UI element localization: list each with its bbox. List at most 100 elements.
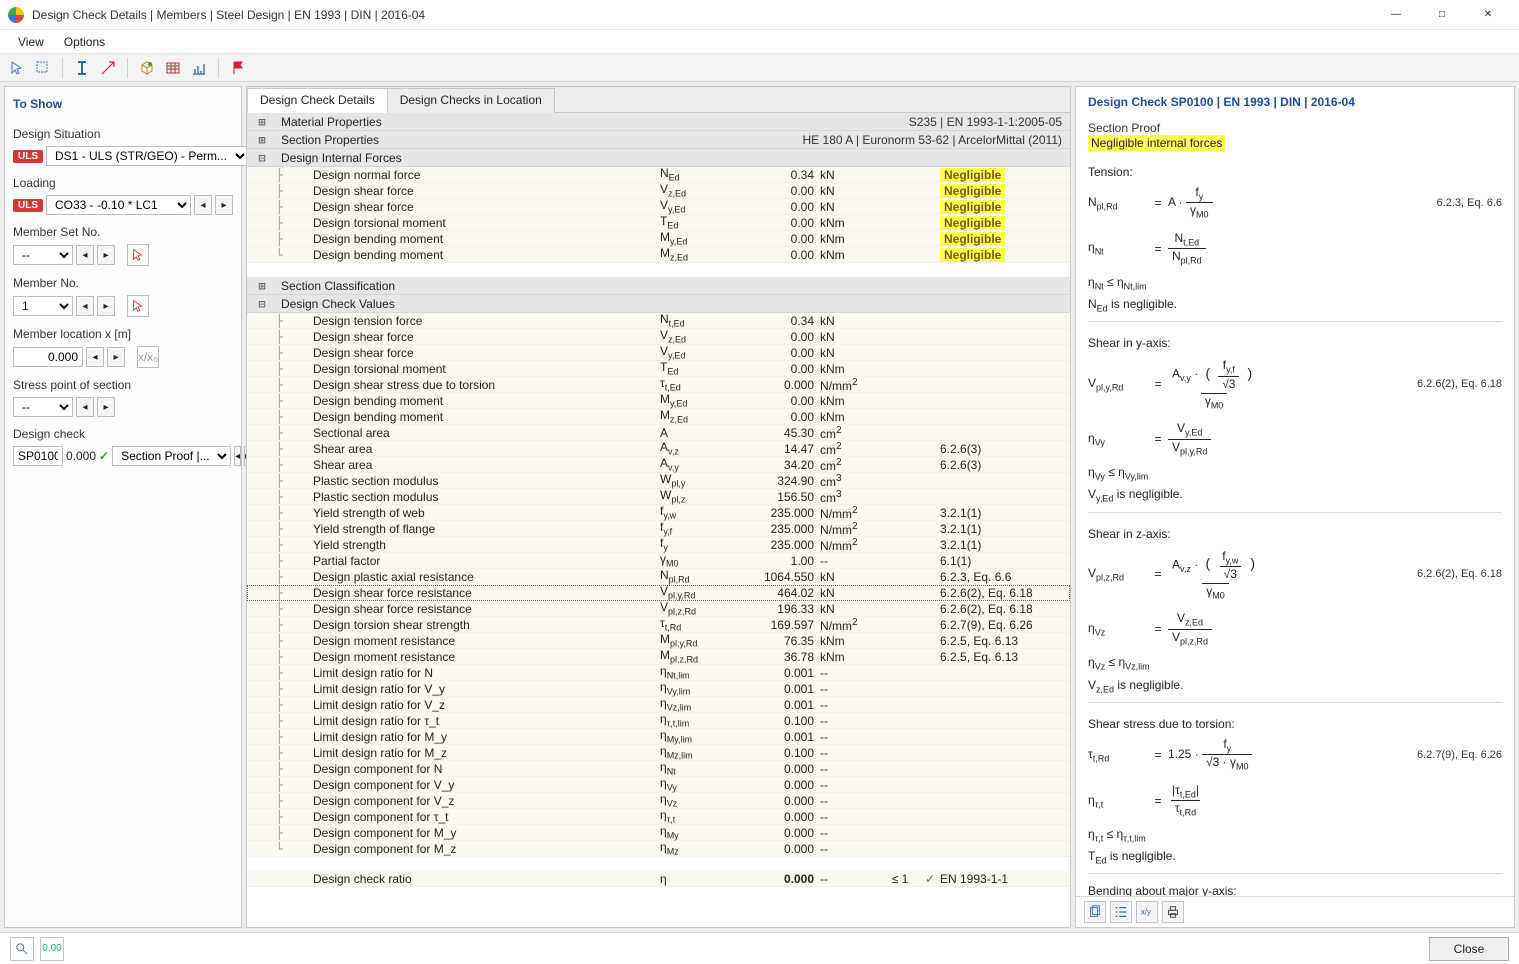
footer-search-icon[interactable] <box>10 937 34 961</box>
memberset-prev[interactable]: ◂ <box>76 245 94 265</box>
stress-prev[interactable]: ◂ <box>76 397 94 417</box>
tool-flag-icon[interactable] <box>227 57 249 79</box>
loc-prev[interactable]: ◂ <box>86 347 104 367</box>
right-title: Design Check SP0100 | EN 1993 | DIN | 20… <box>1076 87 1514 113</box>
data-row[interactable]: ├Design bending momentMz,Ed0.00kNm <box>247 409 1070 425</box>
data-row[interactable]: ├Limit design ratio for M_zηMz,lim0.100-… <box>247 745 1070 761</box>
data-row[interactable]: ├Design plastic axial resistanceNpl,Rd10… <box>247 569 1070 585</box>
data-row[interactable]: ├Sectional areaA45.30cm2 <box>247 425 1070 441</box>
data-row[interactable]: ├Design bending momentMy,Ed0.00kNm <box>247 393 1070 409</box>
right-tool-print-icon[interactable] <box>1162 901 1184 923</box>
eq-sheary-title: Shear in y-axis: <box>1088 336 1502 350</box>
eq-sheary-neg: Vy,Ed is negligible. <box>1088 487 1502 503</box>
tool-table-icon[interactable] <box>162 57 184 79</box>
tool-select-icon[interactable] <box>32 57 54 79</box>
check-code[interactable] <box>13 446 63 466</box>
right-tool-eq-icon[interactable]: x/y <box>1136 901 1158 923</box>
member-pick-icon[interactable] <box>127 295 149 317</box>
svg-text:x/y: x/y <box>1141 908 1151 917</box>
data-row[interactable]: ├Design shear forceVy,Ed0.00kNNegligible <box>247 199 1070 215</box>
data-row[interactable]: ├Design component for V_zηVz0.000-- <box>247 793 1070 809</box>
section-dcv[interactable]: ⊟Design Check Values <box>247 295 1070 313</box>
data-row[interactable]: ├Limit design ratio for V_zηVz,lim0.001-… <box>247 697 1070 713</box>
data-row[interactable]: ├Design torsion shear strengthτt,Rd169.5… <box>247 617 1070 633</box>
tool-section-icon[interactable] <box>71 57 93 79</box>
loc-next[interactable]: ▸ <box>107 347 125 367</box>
data-row[interactable]: ├Limit design ratio for V_yηVy,lim0.001-… <box>247 681 1070 697</box>
data-row[interactable]: └Design component for M_zηMz0.000-- <box>247 841 1070 857</box>
memberset-pick-icon[interactable] <box>127 244 149 266</box>
stress-select[interactable]: -- <box>13 397 73 417</box>
data-row[interactable]: ├Design shear forceVz,Ed0.00kN <box>247 329 1070 345</box>
tool-cube-icon[interactable] <box>136 57 158 79</box>
data-row[interactable]: ├Design shear stress due to torsionτt,Ed… <box>247 377 1070 393</box>
data-row[interactable]: ├Design normal forceNEd0.34kNNegligible <box>247 167 1070 183</box>
data-row[interactable]: ├Design bending momentMy,Ed0.00kNmNeglig… <box>247 231 1070 247</box>
footer: 0.00 Close <box>0 932 1519 964</box>
loading-select[interactable]: CO33 - -0.10 * LC1 <box>46 195 191 215</box>
right-tool-copy-icon[interactable] <box>1084 901 1106 923</box>
tool-chart-icon[interactable] <box>188 57 210 79</box>
member-prev[interactable]: ◂ <box>76 296 94 316</box>
data-row[interactable]: ├Design moment resistanceMpl,y,Rd76.35kN… <box>247 633 1070 649</box>
data-row[interactable]: ├Partial factorγM01.00--6.1(1) <box>247 553 1070 569</box>
data-row[interactable]: ├Plastic section modulusWpl,z156.50cm3 <box>247 489 1070 505</box>
data-row[interactable]: ├Design tension forceNt,Ed0.34kN <box>247 313 1070 329</box>
data-row[interactable]: └Design bending momentMz,Ed0.00kNmNeglig… <box>247 247 1070 263</box>
memberset-select[interactable]: -- <box>13 245 73 265</box>
toolbar <box>0 54 1519 82</box>
situation-label: Design Situation <box>13 127 233 141</box>
menubar: View Options <box>0 30 1519 54</box>
data-row[interactable]: ├Design torsional momentTEd0.00kNm <box>247 361 1070 377</box>
data-row[interactable]: ├Design shear forceVz,Ed0.00kNNegligible <box>247 183 1070 199</box>
loading-prev[interactable]: ◂ <box>194 195 212 215</box>
data-row[interactable]: ├Design component for M_yηMy0.000-- <box>247 825 1070 841</box>
data-row[interactable]: ├Shear areaAv,y34.20cm26.2.6(3) <box>247 457 1070 473</box>
data-row[interactable]: ├Design component for τ_tητ,t0.000-- <box>247 809 1070 825</box>
loc-input[interactable] <box>13 347 83 367</box>
data-row[interactable]: ├Design shear force resistanceVpl,z,Rd19… <box>247 601 1070 617</box>
tab-location[interactable]: Design Checks in Location <box>387 88 555 113</box>
member-next[interactable]: ▸ <box>97 296 115 316</box>
loading-next[interactable]: ▸ <box>215 195 233 215</box>
close-window-button[interactable]: ✕ <box>1465 0 1511 30</box>
menu-options[interactable]: Options <box>54 33 115 51</box>
check-ratio: 0.000 <box>66 449 96 463</box>
data-row[interactable]: ├Yield strength of flangefy,f235.000N/mm… <box>247 521 1070 537</box>
loc-xx0-button[interactable]: x/x₀ <box>137 346 159 368</box>
stress-next[interactable]: ▸ <box>97 397 115 417</box>
tool-cursor-icon[interactable] <box>6 57 28 79</box>
section-mat[interactable]: ⊞Material PropertiesS235 | EN 1993-1-1:2… <box>247 113 1070 131</box>
memberset-next[interactable]: ▸ <box>97 245 115 265</box>
data-row[interactable]: ├Design shear force resistanceVpl,y,Rd46… <box>247 585 1070 601</box>
minimize-button[interactable]: — <box>1373 0 1419 30</box>
data-row[interactable]: ├Limit design ratio for τ_tητ,t,lim0.100… <box>247 713 1070 729</box>
footer-decimal-icon[interactable]: 0.00 <box>40 937 64 961</box>
member-select[interactable]: 1 <box>13 296 73 316</box>
section-sec[interactable]: ⊞Section PropertiesHE 180 A | Euronorm 5… <box>247 131 1070 149</box>
data-row[interactable]: ├Design moment resistanceMpl,z,Rd36.78kN… <box>247 649 1070 665</box>
data-row[interactable]: ├Shear areaAv,z14.47cm26.2.6(3) <box>247 441 1070 457</box>
data-row[interactable]: ├Yield strength of webfy,w235.000N/mm23.… <box>247 505 1070 521</box>
situation-select[interactable]: DS1 - ULS (STR/GEO) - Perm... <box>46 146 249 166</box>
right-tool-list-icon[interactable] <box>1110 901 1132 923</box>
data-row[interactable]: ├Limit design ratio for M_yηMy,lim0.001-… <box>247 729 1070 745</box>
check-kind-select[interactable]: Section Proof |... <box>112 446 231 466</box>
data-row[interactable]: ├Design shear forceVy,Ed0.00kN <box>247 345 1070 361</box>
maximize-button[interactable]: □ <box>1419 0 1465 30</box>
data-row[interactable]: ├Limit design ratio for NηNt,lim0.001-- <box>247 665 1070 681</box>
data-row[interactable]: ├Design component for NηNt0.000-- <box>247 761 1070 777</box>
data-row[interactable]: ├Yield strengthfy235.000N/mm23.2.1(1) <box>247 537 1070 553</box>
data-row[interactable]: ├Plastic section modulusWpl,y324.90cm3 <box>247 473 1070 489</box>
section-scl[interactable]: ⊞Section Classification <box>247 277 1070 295</box>
tab-details[interactable]: Design Check Details <box>247 88 388 113</box>
data-row[interactable]: ├Design torsional momentTEd0.00kNmNeglig… <box>247 215 1070 231</box>
section-dif[interactable]: ⊟Design Internal Forces <box>247 149 1070 167</box>
loc-label: Member location x [m] <box>13 327 233 341</box>
data-row[interactable]: ├Design component for V_yηVy0.000-- <box>247 777 1070 793</box>
close-button[interactable]: Close <box>1429 937 1509 961</box>
check-prev[interactable]: ◂ <box>234 446 241 466</box>
menu-view[interactable]: View <box>8 33 54 51</box>
final-row[interactable]: Design check ratioη0.000--≤ 1✓EN 1993-1-… <box>247 871 1070 887</box>
tool-arrow-icon[interactable] <box>97 57 119 79</box>
